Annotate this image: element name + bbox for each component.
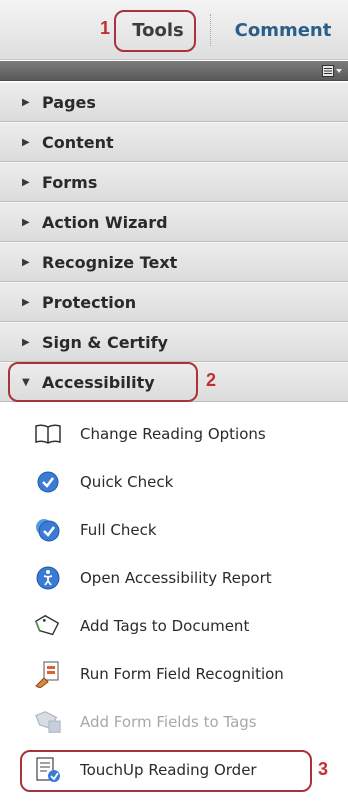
expand-arrow-icon: ▶ — [22, 296, 30, 308]
tool-label: Add Form Fields to Tags — [80, 713, 257, 731]
expand-arrow-icon: ▶ — [22, 176, 30, 188]
panel-forms[interactable]: ▶ Forms — [0, 162, 348, 202]
panel-label: Action Wizard — [42, 212, 168, 232]
tool-label: Open Accessibility Report — [80, 569, 272, 587]
panel-label: Pages — [42, 92, 96, 112]
tool-quick-check[interactable]: Quick Check — [0, 458, 348, 506]
tool-label: Quick Check — [80, 473, 174, 491]
book-icon — [34, 420, 62, 448]
panel-sign-certify[interactable]: ▶ Sign & Certify — [0, 322, 348, 362]
expand-arrow-icon: ▶ — [22, 336, 30, 348]
panel-options-icon[interactable] — [322, 64, 344, 78]
panel-options-strip — [0, 61, 348, 81]
callout-number-2: 2 — [206, 370, 217, 390]
panel-action-wizard[interactable]: ▶ Action Wizard — [0, 202, 348, 242]
panel-content[interactable]: ▶ Content — [0, 122, 348, 162]
tool-add-tags-to-document[interactable]: Add Tags to Document — [0, 602, 348, 650]
panel-protection[interactable]: ▶ Protection — [0, 282, 348, 322]
tab-comment[interactable]: Comment — [218, 8, 348, 52]
tab-bar: 1 Tools Comment — [0, 0, 348, 60]
panel-label: Protection — [42, 292, 137, 312]
form-field-recognition-icon — [34, 660, 62, 688]
panel-label: Forms — [42, 172, 98, 192]
accessibility-report-icon — [34, 564, 62, 592]
tool-full-check[interactable]: Full Check — [0, 506, 348, 554]
tool-label: Run Form Field Recognition — [80, 665, 284, 683]
add-tags-icon — [34, 612, 62, 640]
callout-box-accessibility — [8, 362, 198, 402]
form-fields-tags-icon — [34, 708, 62, 736]
panel-label: Recognize Text — [42, 252, 178, 272]
expand-arrow-icon: ▶ — [22, 216, 30, 228]
panel-recognize-text[interactable]: ▶ Recognize Text — [0, 242, 348, 282]
tool-label: Change Reading Options — [80, 425, 266, 443]
tab-tools[interactable]: Tools — [120, 8, 196, 52]
expand-arrow-icon: ▶ — [22, 256, 30, 268]
check-circle-icon — [34, 468, 62, 496]
callout-number-1: 1 — [100, 18, 111, 38]
full-check-icon — [34, 516, 62, 544]
panel-label: Sign & Certify — [42, 332, 168, 352]
tool-change-reading-options[interactable]: Change Reading Options — [0, 410, 348, 458]
panel-label: Content — [42, 132, 114, 152]
tab-separator — [210, 14, 211, 46]
callout-box-touchup — [20, 750, 312, 792]
expand-arrow-icon: ▶ — [22, 96, 30, 108]
tool-add-form-fields-to-tags[interactable]: Add Form Fields to Tags — [0, 698, 348, 746]
tool-run-form-field-recognition[interactable]: Run Form Field Recognition — [0, 650, 348, 698]
tool-label: Full Check — [80, 521, 157, 539]
tool-open-accessibility-report[interactable]: Open Accessibility Report — [0, 554, 348, 602]
panel-pages[interactable]: ▶ Pages — [0, 82, 348, 122]
tool-label: Add Tags to Document — [80, 617, 250, 635]
expand-arrow-icon: ▶ — [22, 136, 30, 148]
callout-number-3: 3 — [318, 759, 329, 779]
